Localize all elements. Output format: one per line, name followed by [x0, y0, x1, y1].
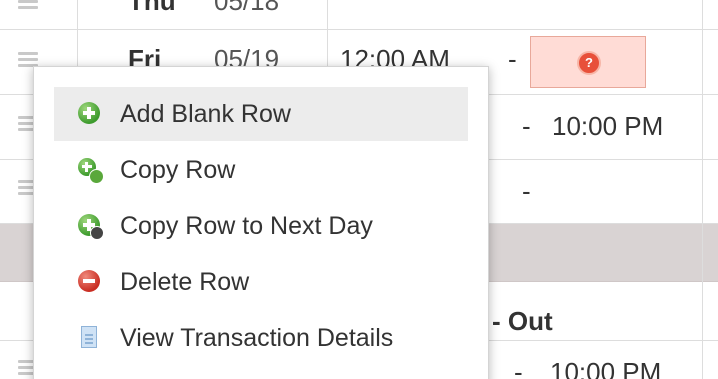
column-header-out: - Out — [492, 306, 553, 336]
time-out-cell[interactable]: 10:00 PM — [552, 111, 663, 142]
copy-green-icon — [78, 158, 104, 184]
date-cell: 05/19 — [214, 44, 280, 66]
time-separator: - — [522, 111, 531, 141]
menu-item-copy-row-next-day[interactable]: Copy Row to Next Day — [54, 199, 468, 253]
time-separator: - — [514, 357, 523, 379]
menu-item-add-blank-row[interactable]: Add Blank Row — [54, 87, 468, 141]
day-cell: Fri — [128, 44, 162, 66]
menu-item-label: Copy Row — [120, 155, 236, 184]
menu-item-label: Add Blank Row — [120, 99, 291, 128]
error-icon[interactable]: ? — [577, 51, 601, 75]
time-separator: - — [508, 44, 517, 66]
menu-item-delete-row[interactable]: Delete Row — [54, 255, 468, 309]
time-separator: - — [522, 176, 531, 206]
time-out-cell[interactable]: 10:00 PM — [550, 357, 661, 379]
copy-next-day-icon — [78, 214, 104, 240]
menu-item-view-transaction-details[interactable]: View Transaction Details — [54, 311, 468, 365]
time-in-cell[interactable]: 12:00 AM — [340, 44, 450, 66]
document-icon — [78, 326, 102, 350]
delete-red-icon — [78, 270, 102, 294]
date-cell: 05/18 — [214, 0, 280, 16]
row-context-menu: Add Blank Row Copy Row Copy Row to Next … — [33, 66, 489, 379]
day-cell: Thu — [128, 0, 176, 16]
menu-item-label: Delete Row — [120, 267, 250, 296]
add-green-icon — [78, 102, 102, 126]
missing-time-out-field[interactable]: ? — [530, 36, 646, 88]
menu-item-label: Copy Row to Next Day — [120, 211, 373, 240]
timesheet-page: Thu 05/18 Fri 05/19 12:00 AM - ? - 10:00… — [0, 0, 718, 379]
menu-item-copy-row[interactable]: Copy Row — [54, 143, 468, 197]
menu-item-label: View Transaction Details — [120, 323, 394, 352]
